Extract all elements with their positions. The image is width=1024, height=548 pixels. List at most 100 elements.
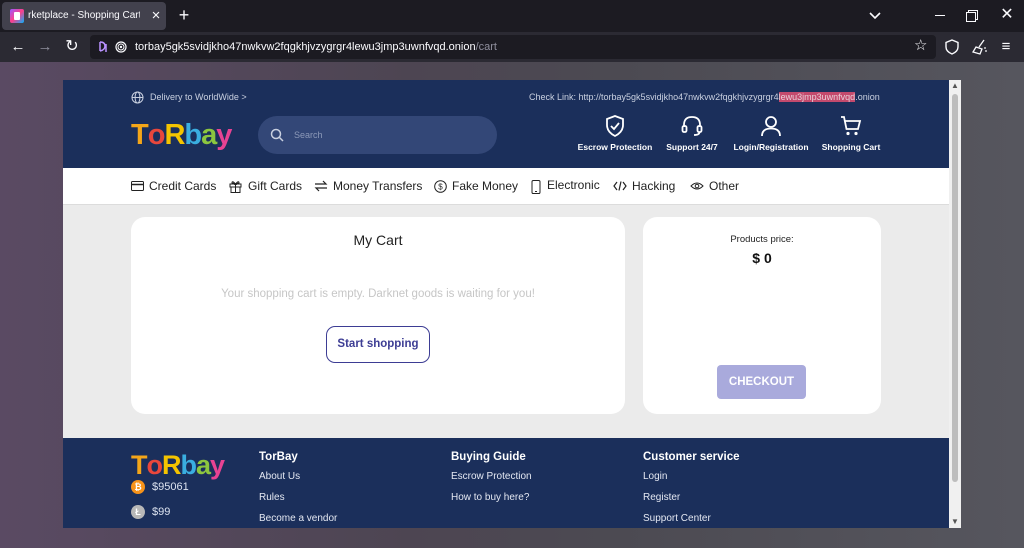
category-label: Electronic — [547, 178, 600, 192]
check-link-suffix: .onion — [855, 92, 880, 102]
footer-link-support-center[interactable]: Support Center — [643, 513, 740, 524]
user-icon — [761, 116, 781, 137]
cart-title: My Cart — [353, 232, 403, 248]
new-identity-broom-icon[interactable] — [972, 39, 988, 55]
scroll-down-icon[interactable]: ▼ — [949, 516, 961, 528]
category-label: Money Transfers — [333, 179, 423, 193]
dollar-coin-icon: $ — [434, 180, 447, 193]
footer-column-torbay: TorBay About Us Rules Become a vendor — [259, 451, 337, 524]
credit-card-icon — [131, 181, 144, 191]
url-domain: torbay5gk5svidjkho47nwkvw2fqgkhjvzygrgr4… — [135, 41, 476, 53]
cart-empty-message: Your shopping cart is empty. Darknet goo… — [221, 288, 535, 300]
delivery-text: Delivery to WorldWide > — [150, 92, 247, 102]
restore-window-icon[interactable] — [963, 6, 981, 24]
transfer-icon — [314, 180, 328, 192]
products-price-value: $ 0 — [752, 250, 772, 266]
tab-close-icon[interactable]: × — [149, 8, 163, 23]
hamburger-menu-icon[interactable]: ≡ — [998, 39, 1014, 55]
escrow-protection-label: Escrow Protection — [577, 142, 653, 152]
globe-icon — [131, 91, 144, 104]
tab-title: rketplace - Shopping Cart - Torb — [28, 10, 140, 21]
logo-letter: y — [216, 119, 232, 151]
shield-icon[interactable] — [944, 39, 960, 55]
page-viewport: Delivery to WorldWide > Check Link: http… — [0, 62, 1024, 548]
start-shopping-button[interactable]: Start shopping — [326, 326, 430, 363]
support-link[interactable]: Support 24/7 — [663, 114, 721, 160]
login-registration-label: Login/Registration — [733, 142, 809, 152]
category-menu: Credit Cards Gift Cards Money Transfers — [63, 168, 949, 205]
price-summary-panel: Products price: $ 0 CHECKOUT — [643, 217, 881, 414]
search-input[interactable] — [294, 126, 484, 144]
cart-icon — [841, 116, 862, 136]
footer-link-rules[interactable]: Rules — [259, 492, 337, 503]
category-label: Credit Cards — [149, 179, 217, 193]
gift-icon — [229, 181, 242, 193]
footer-heading: Customer service — [643, 451, 740, 463]
category-label: Fake Money — [452, 179, 519, 193]
forward-arrow-icon[interactable]: → — [36, 38, 54, 56]
footer-link-how-to-buy[interactable]: How to buy here? — [451, 492, 532, 503]
browser-tab-active[interactable]: rketplace - Shopping Cart - Torb × — [2, 2, 166, 30]
footer-link-about-us[interactable]: About Us — [259, 471, 337, 482]
logo-letter: T — [131, 450, 147, 480]
footer-link-register[interactable]: Register — [643, 492, 740, 503]
checkout-button[interactable]: CHECKOUT — [717, 365, 806, 399]
check-link-highlight: lewu3jmp3uwnfvqd — [778, 92, 856, 102]
check-link: Check Link: http://torbay5gk5svidjkho47n… — [529, 92, 880, 102]
footer-heading: Buying Guide — [451, 451, 526, 463]
shield-check-icon — [606, 115, 624, 138]
litecoin-icon: Ł — [131, 505, 145, 519]
scrollbar-thumb[interactable] — [952, 94, 958, 482]
logo-letter: b — [180, 450, 197, 480]
eye-icon — [690, 182, 704, 190]
logo-letter: a — [196, 450, 211, 480]
logo-letter: y — [210, 450, 225, 480]
check-link-prefix: Check Link: http://torbay5gk5svidjkho47n… — [529, 92, 779, 102]
page-scrollbar[interactable]: ▲ ▼ — [949, 80, 961, 528]
footer-column-customer-service: Customer service Login Register Support … — [643, 451, 740, 524]
favicon-icon — [10, 9, 24, 23]
site-header: Delivery to WorldWide > Check Link: http… — [63, 80, 949, 168]
bitcoin-icon: ₿ — [131, 480, 145, 494]
new-tab-icon[interactable]: + — [175, 6, 193, 24]
headset-icon — [681, 116, 703, 136]
btc-price-value: $95061 — [152, 481, 189, 493]
reload-icon[interactable]: ↻ — [63, 38, 81, 56]
onion-site-icon[interactable] — [96, 40, 110, 54]
support-label: Support 24/7 — [666, 142, 718, 152]
website: Delivery to WorldWide > Check Link: http… — [63, 80, 949, 528]
footer-link-become-vendor[interactable]: Become a vendor — [259, 513, 337, 524]
logo-letter: R — [162, 450, 181, 480]
close-window-icon[interactable]: ✕ — [998, 6, 1016, 24]
code-icon — [613, 181, 627, 191]
shopping-cart-label: Shopping Cart — [821, 142, 881, 152]
footer-column-buying-guide: Buying Guide Escrow Protection How to bu… — [451, 451, 532, 503]
bookmark-star-icon[interactable]: ☆ — [914, 38, 930, 54]
escrow-protection-link[interactable]: Escrow Protection — [576, 114, 654, 160]
login-registration-link[interactable]: Login/Registration — [731, 114, 811, 160]
shopping-cart-link[interactable]: Shopping Cart — [819, 114, 883, 160]
footer-link-escrow[interactable]: Escrow Protection — [451, 471, 532, 482]
footer-heading: TorBay — [259, 451, 298, 463]
address-bar[interactable]: torbay5gk5svidjkho47nwkvw2fqgkhjvzygrgr4… — [90, 35, 936, 59]
phone-icon — [531, 180, 541, 194]
logo-letter: a — [201, 119, 217, 151]
logo-letter: o — [147, 119, 166, 151]
footer-link-login[interactable]: Login — [643, 471, 740, 482]
scroll-up-icon[interactable]: ▲ — [949, 80, 961, 92]
browser-tab-bar: rketplace - Shopping Cart - Torb × + ✕ — [0, 0, 1024, 32]
footer-logo[interactable]: ToRbay — [131, 450, 225, 481]
cart-panel: My Cart Your shopping cart is empty. Dar… — [131, 217, 625, 414]
search-icon[interactable] — [270, 128, 284, 142]
url-text: torbay5gk5svidjkho47nwkvw2fqgkhjvzygrgr4… — [135, 41, 497, 53]
browser-navigation-bar: ← → ↻ torbay5gk5svidjkho47nwkvw2fqgkhjvz… — [0, 32, 1024, 62]
back-arrow-icon[interactable]: ← — [9, 38, 27, 56]
search-bar — [258, 116, 497, 154]
category-label: Hacking — [632, 179, 676, 193]
minimize-window-icon[interactable] — [931, 6, 949, 24]
onion-lock-icon — [115, 41, 127, 53]
ltc-price-value: $99 — [152, 506, 171, 518]
chevron-down-icon[interactable] — [868, 8, 882, 22]
logo-letter: o — [146, 450, 163, 480]
torbay-logo[interactable]: ToRbay — [131, 119, 232, 152]
